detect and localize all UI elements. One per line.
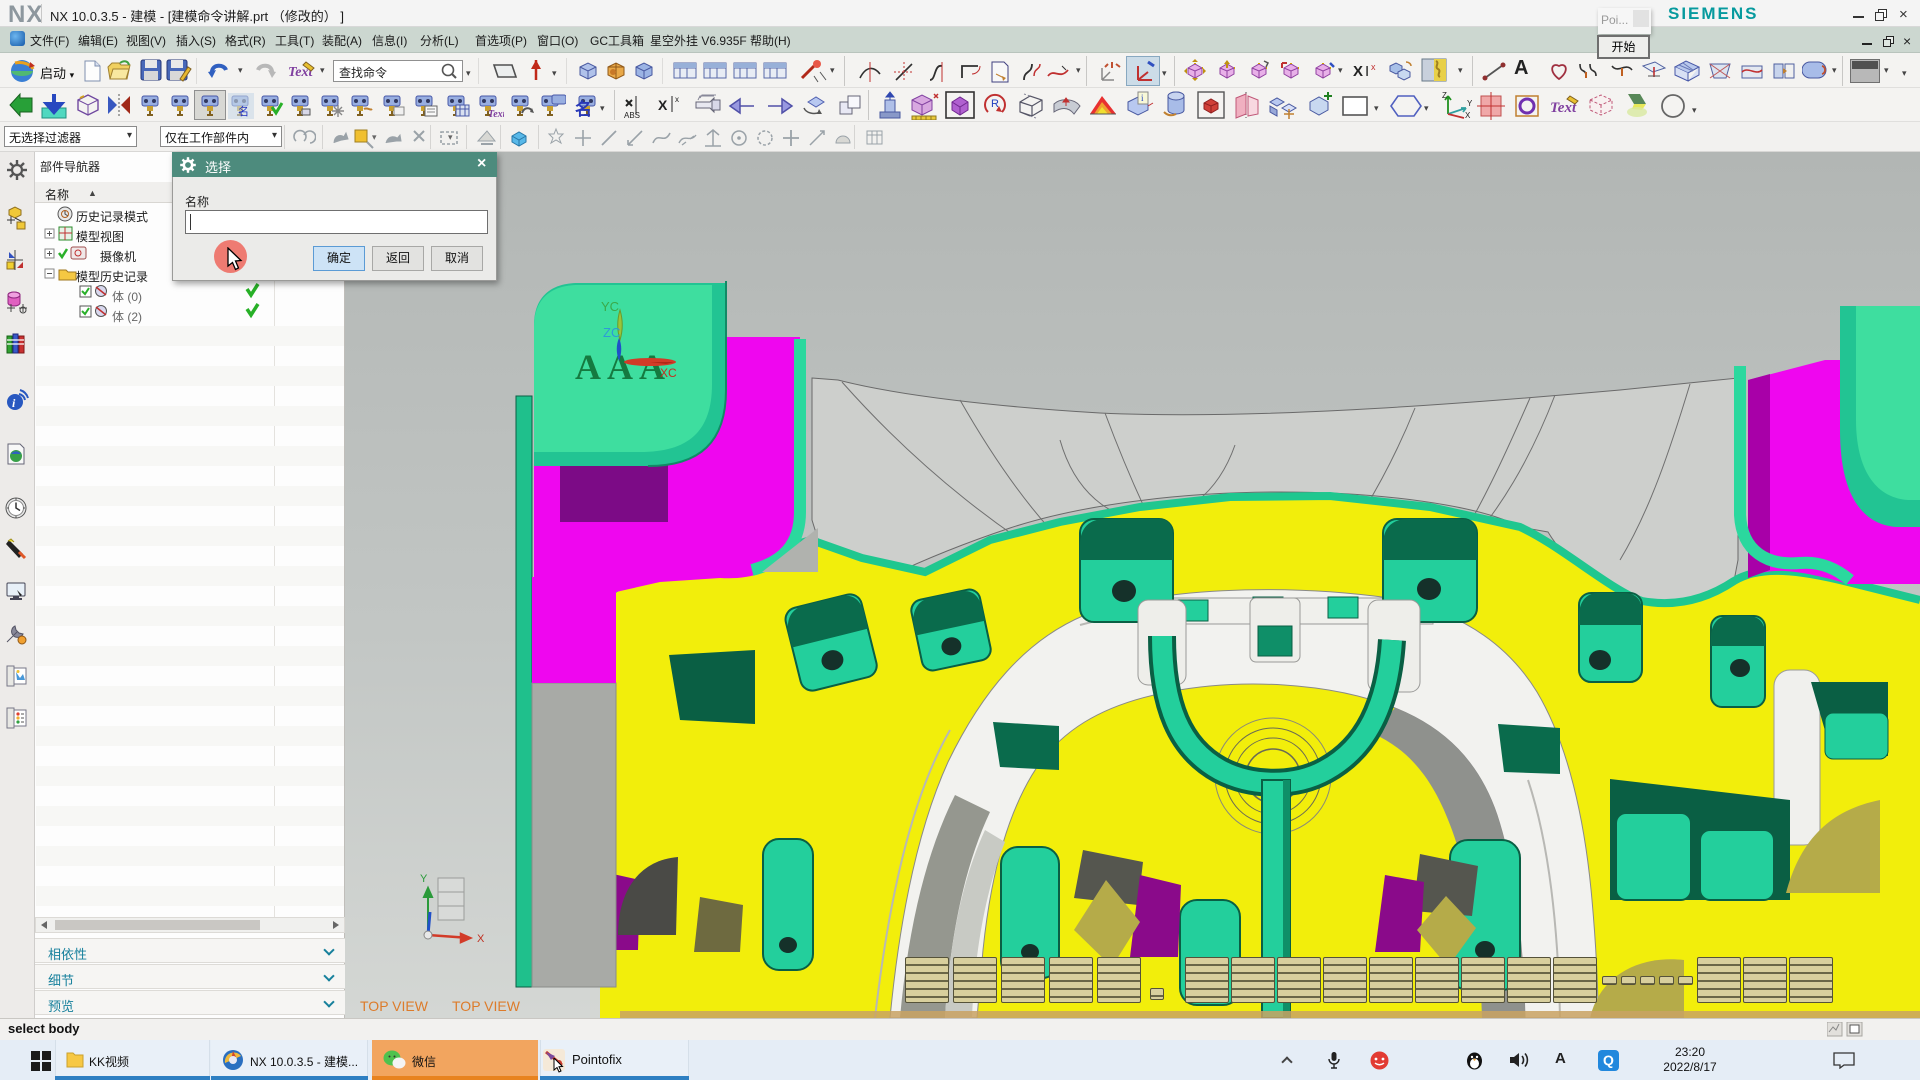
svg-text:x: x <box>1371 62 1376 72</box>
svg-text:Y: Y <box>1467 99 1472 108</box>
svg-text:X: X <box>1353 63 1363 80</box>
svg-text:XC: XC <box>660 366 677 380</box>
svg-text:x: x <box>675 95 679 104</box>
svg-text:A: A <box>575 347 601 387</box>
svg-text:YC: YC <box>601 299 619 314</box>
svg-text:X: X <box>658 97 668 113</box>
svg-text:Y: Y <box>420 873 428 885</box>
svg-text:R: R <box>991 98 999 110</box>
svg-text:Text: Text <box>488 109 504 120</box>
svg-text:X: X <box>1465 111 1471 120</box>
svg-text:名: 名 <box>238 104 249 118</box>
svg-text:I: I <box>1365 63 1369 80</box>
svg-text:TOP VIEW: TOP VIEW <box>452 998 521 1014</box>
svg-text:Z: Z <box>1442 91 1447 100</box>
svg-text:ZC: ZC <box>603 325 620 340</box>
svg-text:X: X <box>477 933 485 945</box>
svg-text:TOP VIEW: TOP VIEW <box>360 998 429 1014</box>
svg-text:ABS: ABS <box>624 111 640 120</box>
